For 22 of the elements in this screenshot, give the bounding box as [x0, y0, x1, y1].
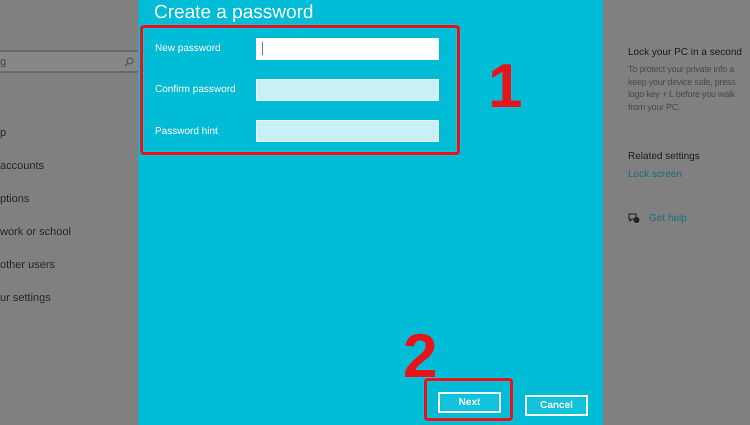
field-label: Confirm password [155, 84, 237, 96]
callout-number: 1 [488, 56, 522, 118]
section-heading: Lock your PC in a second [628, 47, 742, 58]
field-label: Password hint [155, 126, 219, 137]
nav-item[interactable]: ptions [0, 191, 30, 207]
section-heading: Related settings [628, 151, 700, 162]
password-field[interactable] [256, 78, 439, 101]
dialog-button[interactable]: Cancel [525, 394, 588, 416]
field-label: New password [155, 43, 222, 54]
nav-item[interactable]: p [0, 125, 6, 141]
search-icon [124, 56, 134, 66]
nav-item[interactable]: other users [0, 257, 56, 273]
chat-help-icon [628, 213, 640, 224]
nav-item[interactable]: accounts [0, 158, 44, 174]
password-field[interactable] [256, 120, 439, 142]
callout-number: 2 [403, 326, 438, 388]
dialog-title: Create a password [154, 2, 314, 24]
nav-item[interactable]: ur settings [0, 290, 51, 306]
nav-item[interactable]: work or school [0, 224, 71, 240]
search-field[interactable]: g [0, 50, 138, 73]
dialog-button[interactable]: Next [438, 392, 501, 413]
search-text: g [0, 56, 6, 68]
